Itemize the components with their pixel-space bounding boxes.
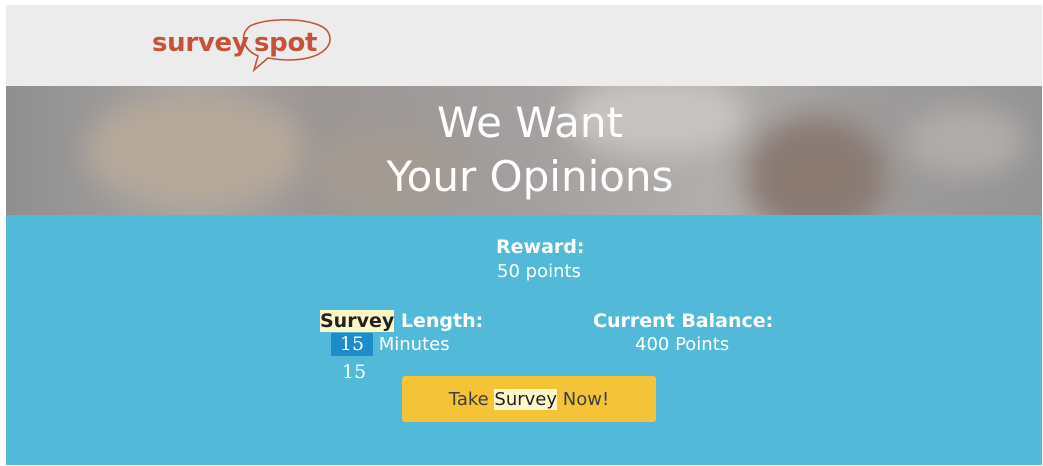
header-bar: survey spot xyxy=(6,5,1042,86)
survey-length-value: 15 Minutes xyxy=(331,333,450,356)
cta-text-after: Now! xyxy=(557,389,610,410)
page-frame: survey spot We Want Your Opinions Reward… xyxy=(6,5,1042,465)
survey-length-label: Survey Length: xyxy=(320,309,483,333)
reward-label: Reward: xyxy=(496,236,585,258)
logo-text-spot: spot xyxy=(254,28,318,58)
current-balance-value: 400 Points xyxy=(635,334,730,355)
hero-banner: We Want Your Opinions xyxy=(6,86,1042,215)
hero-heading: We Want Your Opinions xyxy=(6,96,1042,204)
hero-line-2: Your Opinions xyxy=(386,152,674,201)
minutes-unit: Minutes xyxy=(373,334,450,355)
minutes-highlight: 15 xyxy=(331,333,373,356)
logo-text-survey: survey xyxy=(152,28,249,58)
take-survey-button[interactable]: Take Survey Now! xyxy=(402,376,656,422)
survey-info-panel: Reward: 50 points Survey Length: 15 Minu… xyxy=(6,215,1042,465)
length-label-text: Length: xyxy=(394,310,484,332)
cta-survey-highlight: Survey xyxy=(494,389,558,410)
current-balance-label: Current Balance: xyxy=(593,310,774,332)
minutes-overlay-number: 15 xyxy=(342,361,367,383)
cta-text-before: Take xyxy=(448,389,495,410)
surveyspot-logo[interactable]: survey spot xyxy=(150,18,336,74)
survey-highlight: Survey xyxy=(320,310,395,332)
reward-value: 50 points xyxy=(497,261,581,282)
hero-line-1: We Want xyxy=(437,98,623,147)
